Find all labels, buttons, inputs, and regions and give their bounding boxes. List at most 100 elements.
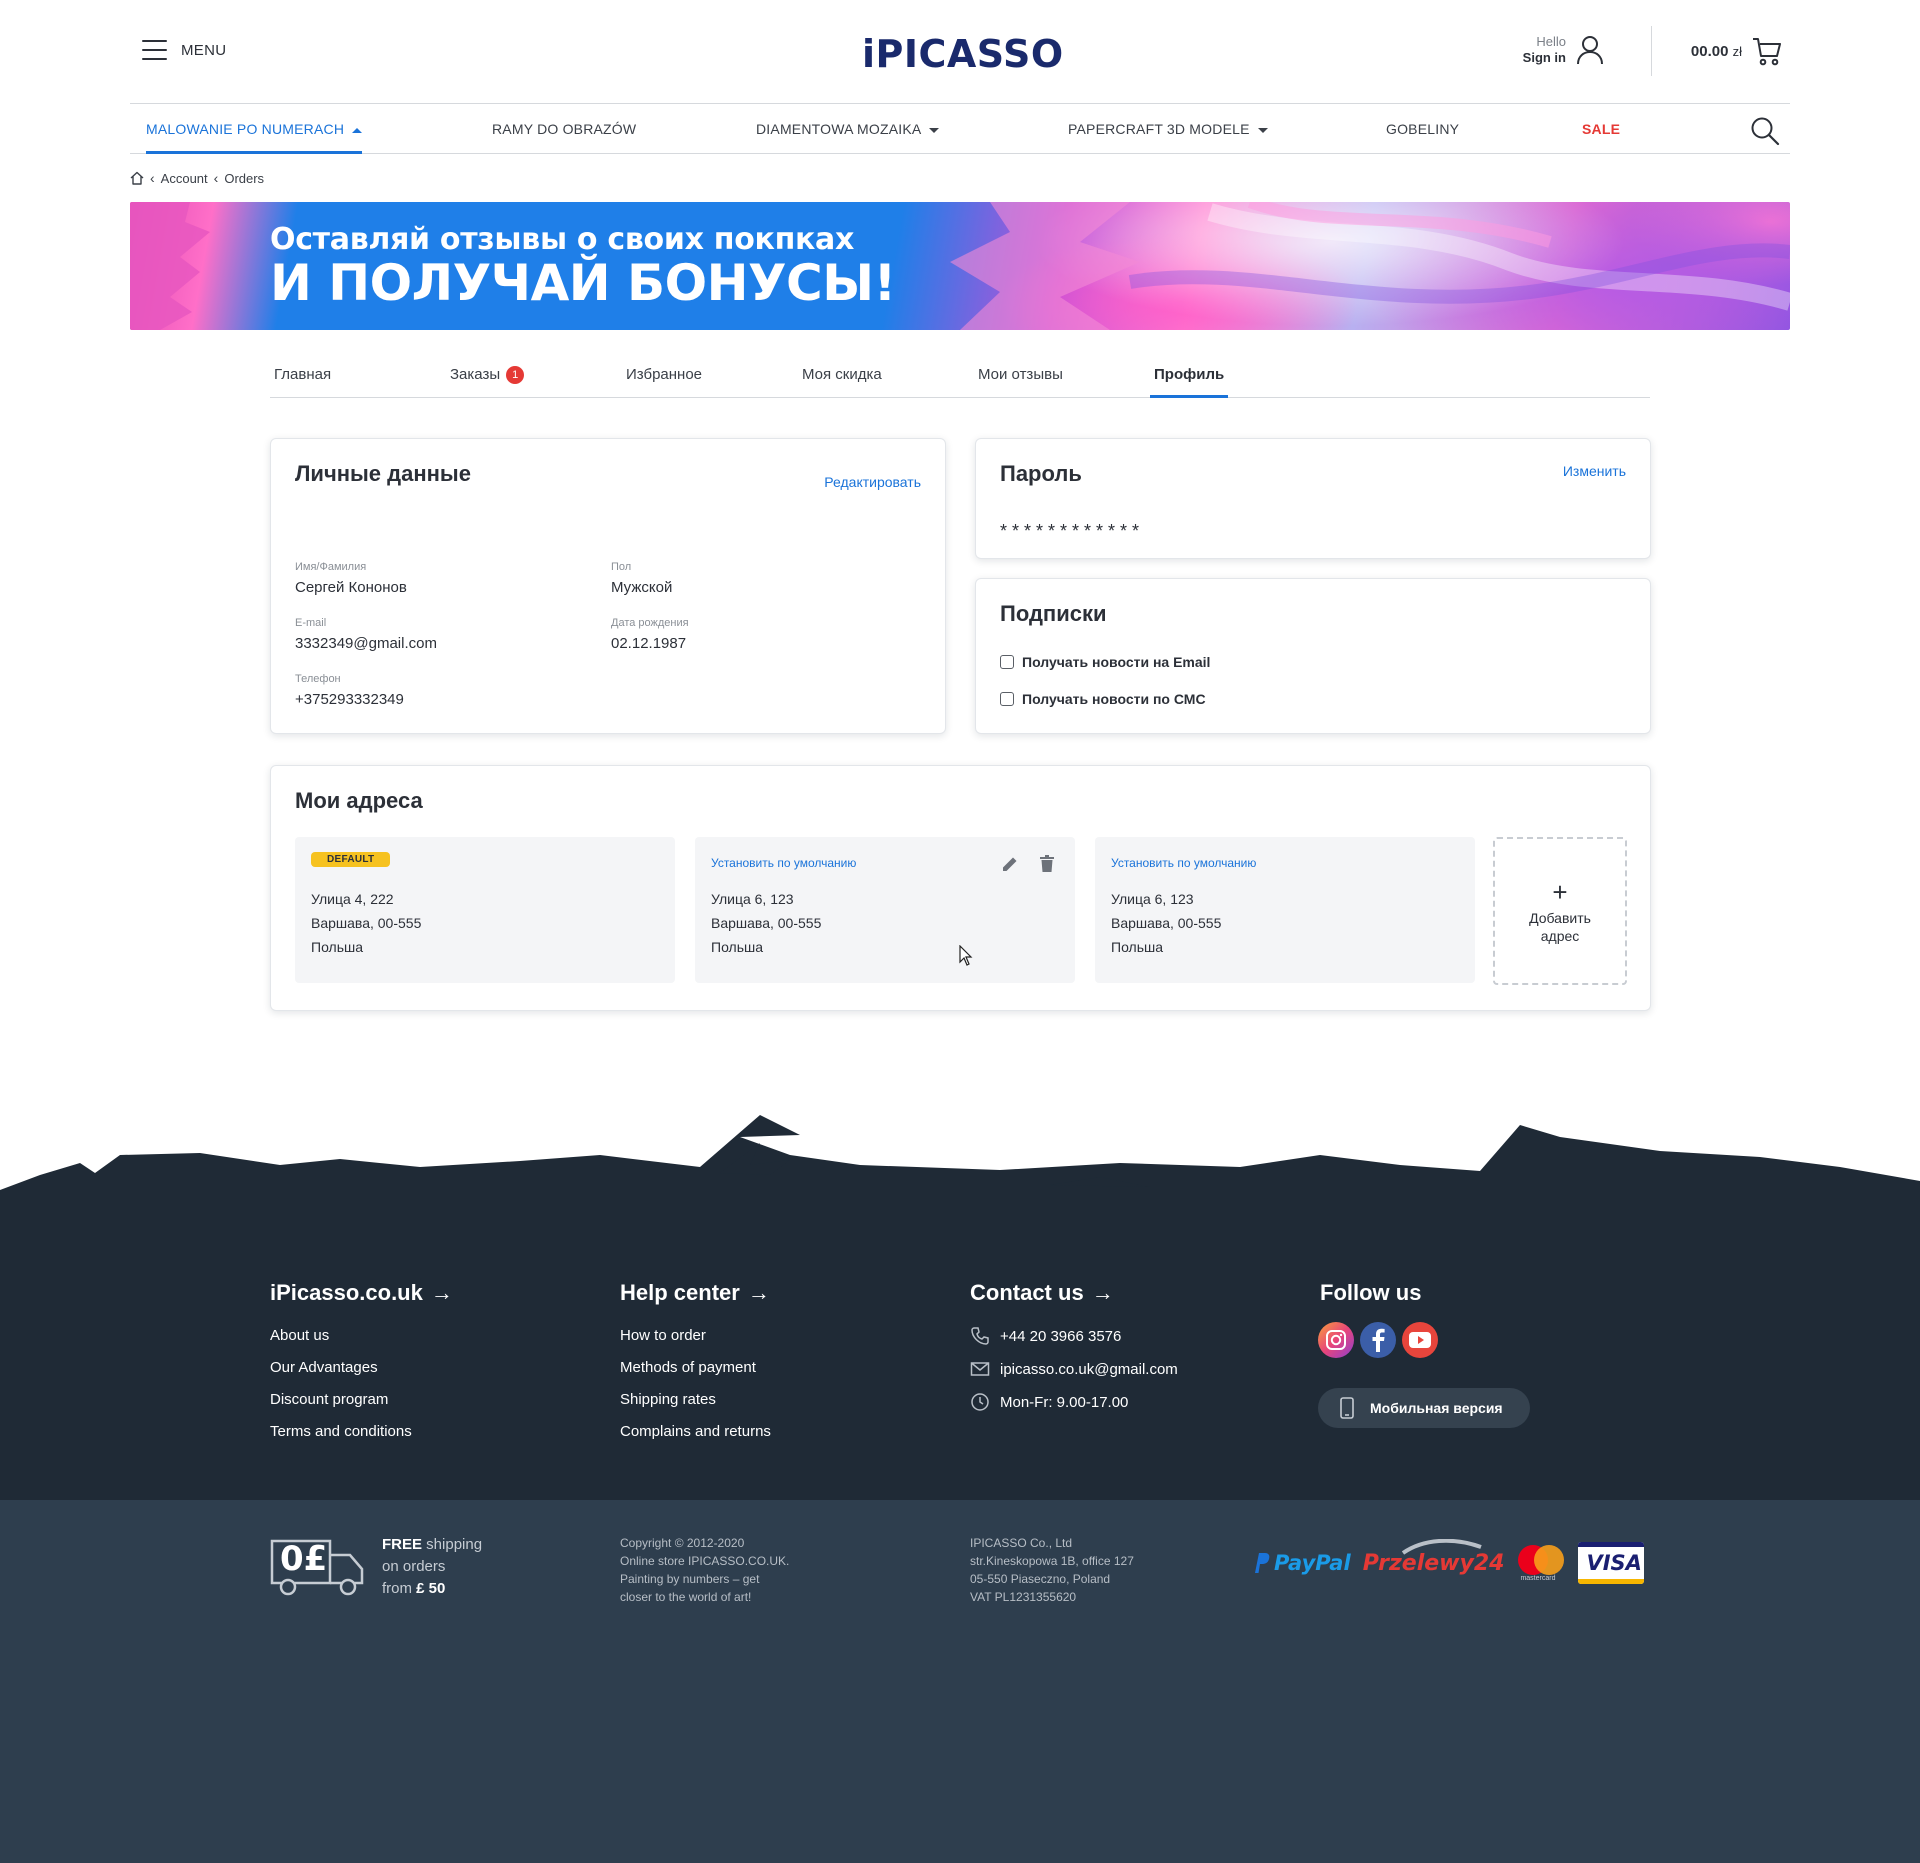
footer-brush-edge: [0, 1115, 1920, 1195]
sign-in-button[interactable]: Hello Sign in: [1523, 34, 1604, 66]
trash-icon[interactable]: [1039, 855, 1055, 873]
address-country: Польша: [1111, 939, 1164, 955]
footer-main: iPicasso.co.uk → About us Our Advantages …: [0, 1190, 1920, 1500]
chevron-down-icon: [929, 127, 940, 133]
search-icon[interactable]: [1750, 116, 1780, 146]
name-label: Имя/Фамилия: [295, 561, 367, 573]
add-address-label-2: адрес: [1540, 928, 1580, 944]
set-default-link[interactable]: Установить по умолчанию: [1111, 856, 1256, 870]
add-address-label-1: Добавить: [1529, 910, 1591, 926]
subscribe-sms-checkbox[interactable]: Получать новости по СМС: [1000, 691, 1206, 707]
footer-link-shipping[interactable]: Shipping rates: [620, 1390, 771, 1409]
change-password-link[interactable]: Изменить: [1563, 463, 1626, 479]
add-address-button[interactable]: + Добавить адрес: [1493, 837, 1627, 985]
banner-line-2: И ПОЛУЧАЙ БОНУСЫ!: [270, 254, 896, 312]
chevron-down-icon: [1257, 127, 1268, 133]
subscribe-email-label: Получать новости на Email: [1022, 654, 1211, 670]
visa-logo: VISA: [1578, 1542, 1645, 1584]
site-logo[interactable]: iPICASSO: [862, 32, 1064, 76]
address-street: Улица 6, 123: [1111, 891, 1194, 907]
facebook-icon[interactable]: [1360, 1322, 1396, 1358]
address-country: Польша: [311, 939, 364, 955]
footer-link-discount[interactable]: Discount program: [270, 1390, 453, 1409]
user-hello: Hello: [1536, 34, 1566, 49]
plus-icon: +: [1552, 877, 1568, 907]
footer-site-heading[interactable]: iPicasso.co.uk →: [270, 1280, 453, 1306]
footer-col-contact: Contact us → +44 20 3966 3576 ipicasso.co…: [970, 1280, 1178, 1412]
tab-discount[interactable]: Моя скидка: [798, 355, 886, 398]
birth-value: 02.12.1987: [611, 635, 687, 652]
nav-item-papercraft[interactable]: PAPERCRAFT 3D MODELE: [1068, 104, 1268, 154]
edit-personal-link[interactable]: Редактировать: [824, 474, 921, 490]
phone-label: Телефон: [295, 673, 341, 685]
checkbox-icon: [1000, 655, 1014, 669]
set-default-link[interactable]: Установить по умолчанию: [711, 856, 856, 870]
subscribe-email-checkbox[interactable]: Получать новости на Email: [1000, 654, 1210, 670]
personal-data-title: Личные данные: [295, 461, 471, 486]
cart-icon: [1753, 38, 1781, 66]
breadcrumb-orders[interactable]: Orders: [224, 171, 264, 186]
footer-bottom: 0£ FREE shipping on orders from £ 50 Cop…: [0, 1500, 1920, 1863]
free-shipping-block: 0£ FREE shipping on orders from £ 50: [270, 1534, 482, 1600]
address-card-default[interactable]: DEFAULT Улица 4, 222 Варшава, 00-555 Пол…: [295, 837, 675, 983]
checkbox-icon: [1000, 692, 1014, 706]
nav-item-sale[interactable]: SALE: [1582, 104, 1620, 154]
smartphone-icon: [1340, 1397, 1354, 1419]
tab-reviews[interactable]: Мои отзывы: [974, 355, 1067, 398]
home-icon[interactable]: [130, 171, 144, 185]
tab-home[interactable]: Главная: [270, 355, 335, 398]
youtube-icon[interactable]: [1402, 1322, 1438, 1358]
mail-icon: [970, 1362, 990, 1376]
arrow-right-icon: →: [747, 1280, 770, 1305]
address-card-2[interactable]: Установить по умолчанию Улица 6, 123 Вар…: [695, 837, 1075, 983]
footer-hours: Mon-Fr: 9.00-17.00: [970, 1392, 1178, 1412]
email-value: 3332349@gmail.com: [295, 635, 437, 652]
footer-link-about[interactable]: About us: [270, 1326, 453, 1345]
footer-follow-heading: Follow us: [1320, 1280, 1422, 1305]
nav-item-ramy[interactable]: RAMY DO OBRAZÓW: [492, 104, 636, 154]
footer-link-terms[interactable]: Terms and conditions: [270, 1422, 453, 1441]
footer-link-advantages[interactable]: Our Advantages: [270, 1358, 453, 1377]
footer-contact-heading[interactable]: Contact us →: [970, 1280, 1178, 1306]
clock-icon: [971, 1393, 989, 1411]
subscriptions-title: Подписки: [1000, 601, 1107, 626]
footer-col-help: Help center → How to order Methods of pay…: [620, 1280, 771, 1441]
promo-banner[interactable]: Оставляй отзывы о своих покпках И ПОЛУЧА…: [130, 202, 1790, 330]
address-city: Варшава, 00-555: [711, 915, 822, 931]
address-street: Улица 4, 222: [311, 891, 394, 907]
company-info-block: IPICASSO Co., Ltd str.Kineskopowa 1B, of…: [970, 1536, 1134, 1604]
site-header: MENU iPICASSO Hello Sign in 00.00 zł: [130, 0, 1790, 104]
instagram-icon[interactable]: [1318, 1322, 1354, 1358]
chevron-up-icon: [352, 127, 363, 133]
footer-phone[interactable]: +44 20 3966 3576: [970, 1326, 1178, 1346]
address-card-3[interactable]: Установить по умолчанию Улица 6, 123 Вар…: [1095, 837, 1475, 983]
nav-item-malowanie[interactable]: MALOWANIE PO NUMERACH: [146, 104, 363, 154]
footer-link-returns[interactable]: Complains and returns: [620, 1422, 771, 1441]
nav-item-gobeliny[interactable]: GOBELINY: [1386, 104, 1459, 154]
footer-help-heading[interactable]: Help center →: [620, 1280, 771, 1306]
tab-orders[interactable]: Заказы 1: [446, 355, 528, 398]
footer-email[interactable]: ipicasso.co.uk@gmail.com: [970, 1359, 1178, 1379]
address-street: Улица 6, 123: [711, 891, 794, 907]
menu-label: MENU: [181, 41, 227, 59]
mastercard-logo: mastercard: [1516, 1543, 1566, 1583]
orders-count-badge: 1: [506, 366, 525, 384]
tab-favorites[interactable]: Избранное: [622, 355, 706, 398]
footer-col-follow: Follow us Мобильная версия: [1318, 1280, 1530, 1428]
tab-profile[interactable]: Профиль: [1150, 355, 1229, 398]
arrow-right-icon: →: [430, 1280, 453, 1305]
address-city: Варшава, 00-555: [1111, 915, 1222, 931]
footer-link-payment[interactable]: Methods of payment: [620, 1358, 771, 1377]
name-value: Сергей Кононов: [295, 579, 407, 596]
footer-link-how-to-order[interactable]: How to order: [620, 1326, 771, 1345]
payment-methods: PayPal Przelewy24 mastercard VISA: [1252, 1538, 1645, 1584]
mobile-version-button[interactable]: Мобильная версия: [1318, 1388, 1530, 1428]
addresses-card: Мои адреса DEFAULT Улица 4, 222 Варшава,…: [270, 765, 1651, 1011]
breadcrumb: ‹ Account ‹ Orders: [130, 170, 264, 186]
menu-button[interactable]: MENU: [142, 40, 226, 60]
breadcrumb-account[interactable]: Account: [161, 171, 208, 186]
password-card: Пароль Изменить ************: [975, 438, 1651, 559]
nav-item-diamentowa[interactable]: DIAMENTOWA MOZAIKA: [756, 104, 940, 154]
cart-button[interactable]: 00.00 zł: [1691, 36, 1782, 66]
edit-icon[interactable]: [1001, 855, 1019, 873]
